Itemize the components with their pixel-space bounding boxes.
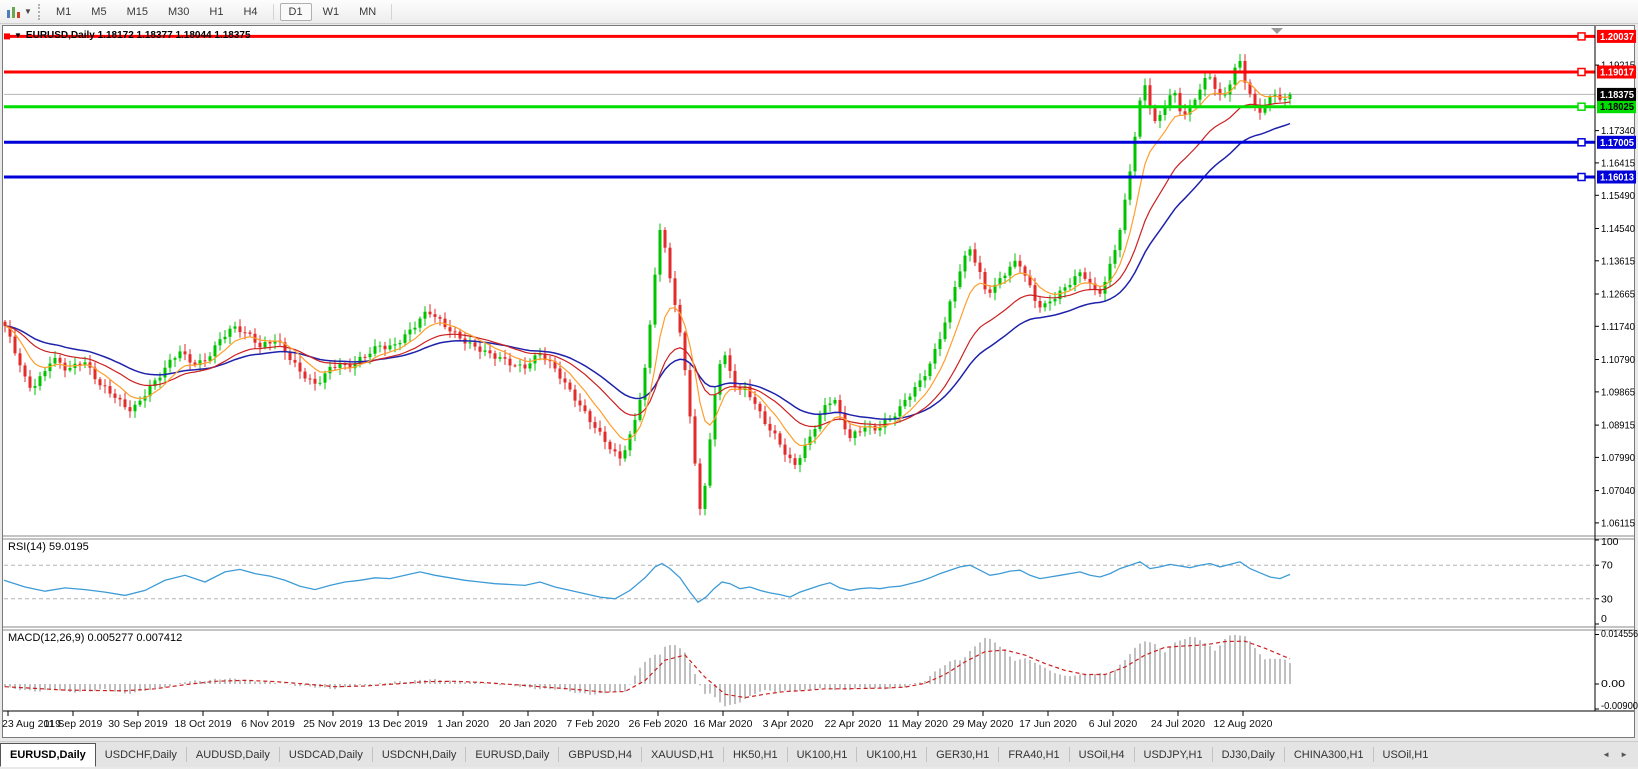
macd-histogram: [5, 635, 1290, 707]
svg-text:20 Jan 2020: 20 Jan 2020: [499, 718, 557, 730]
svg-text:1.17340: 1.17340: [1601, 125, 1635, 137]
svg-text:12 Aug 2020: 12 Aug 2020: [1214, 718, 1273, 730]
svg-text:3 Apr 2020: 3 Apr 2020: [763, 718, 814, 730]
tabs-scroll-left-icon[interactable]: ◄: [1598, 748, 1614, 761]
symbol-tab-5-eurusd-daily[interactable]: EURUSD,Daily: [466, 742, 558, 767]
horizontal-line-1.19017[interactable]: [4, 69, 1595, 76]
svg-text:100: 100: [1601, 536, 1619, 548]
symbol-tab-10-uk100-h1[interactable]: UK100,H1: [857, 742, 926, 767]
svg-text:24 Jul 2020: 24 Jul 2020: [1151, 718, 1205, 730]
ma-mid-line: [5, 102, 1290, 427]
symbol-tab-8-hk50-h1[interactable]: HK50,H1: [724, 742, 787, 767]
horizontal-line-1.18025[interactable]: [4, 103, 1595, 110]
svg-text:30 Sep 2019: 30 Sep 2019: [108, 718, 168, 730]
symbol-tab-15-dj30-daily[interactable]: DJ30,Daily: [1213, 742, 1284, 767]
price-label-1.20037: 1.20037: [1597, 30, 1636, 43]
svg-text:1.10790: 1.10790: [1601, 354, 1635, 366]
symbol-tab-12-fra40-h1[interactable]: FRA40,H1: [999, 742, 1068, 767]
svg-text:1.12665: 1.12665: [1601, 289, 1635, 301]
symbol-tab-14-usdjpy-h1[interactable]: USDJPY,H1: [1135, 742, 1212, 767]
svg-text:1.20037: 1.20037: [1600, 31, 1634, 43]
svg-text:1.11740: 1.11740: [1601, 321, 1635, 333]
ma-slow-line: [5, 124, 1290, 420]
svg-text:6 Jul 2020: 6 Jul 2020: [1089, 718, 1138, 730]
symbol-tab-11-ger30-h1[interactable]: GER30,H1: [927, 742, 998, 767]
svg-text:7 Feb 2020: 7 Feb 2020: [566, 718, 619, 730]
horizontal-line-1.17005[interactable]: [4, 139, 1595, 146]
symbol-tab-3-usdcad-daily[interactable]: USDCAD,Daily: [280, 742, 372, 767]
symbol-tab-9-uk100-h1[interactable]: UK100,H1: [788, 742, 857, 767]
horizontal-line-1.16013[interactable]: [4, 174, 1595, 181]
svg-text:17 Jun 2020: 17 Jun 2020: [1019, 718, 1077, 730]
title-dropdown-icon[interactable]: ▼: [14, 31, 22, 40]
price-label-1.16013: 1.16013: [1597, 171, 1636, 184]
symbol-tab-6-gbpusd-h4[interactable]: GBPUSD,H4: [559, 742, 641, 767]
tabs-scroll-right-icon[interactable]: ►: [1616, 748, 1632, 761]
price-label-1.18025: 1.18025: [1597, 100, 1636, 113]
svg-text:11 Sep 2019: 11 Sep 2019: [44, 718, 103, 730]
svg-text:29 May 2020: 29 May 2020: [953, 718, 1014, 730]
macd-signal-line: [5, 641, 1290, 697]
svg-text:6 Nov 2019: 6 Nov 2019: [241, 718, 295, 730]
symbol-tab-13-usoil-h4[interactable]: USOil,H4: [1070, 742, 1134, 767]
svg-text:22 Apr 2020: 22 Apr 2020: [825, 718, 882, 730]
time-axis-labels: 23 Aug 201911 Sep 201930 Sep 201918 Oct …: [2, 711, 1273, 730]
svg-text:1.17005: 1.17005: [1600, 137, 1634, 149]
svg-text:1.18025: 1.18025: [1600, 101, 1634, 113]
svg-text:11 May 2020: 11 May 2020: [888, 718, 948, 730]
svg-text:0: 0: [1601, 613, 1607, 625]
symbol-tab-bar: EURUSD,DailyUSDCHF,DailyAUDUSD,DailyUSDC…: [0, 741, 1638, 767]
svg-text:26 Feb 2020: 26 Feb 2020: [629, 718, 688, 730]
svg-text:1.06115: 1.06115: [1601, 517, 1635, 529]
svg-text:1.18375: 1.18375: [1600, 89, 1634, 101]
svg-text:1.14540: 1.14540: [1601, 223, 1635, 235]
svg-text:18 Oct 2019: 18 Oct 2019: [174, 718, 231, 730]
ma-fast-line: [5, 81, 1290, 446]
tab-scroll-arrows: ◄►: [1598, 742, 1638, 767]
svg-text:1.08915: 1.08915: [1601, 420, 1635, 432]
rsi-axis-ticks: 100 70 30 0: [1595, 536, 1619, 625]
price-axis-ticks: 1.192151.173401.164151.154901.145401.136…: [1595, 60, 1635, 530]
svg-text:1.09865: 1.09865: [1601, 386, 1635, 398]
symbol-tab-16-china300-h1[interactable]: CHINA300,H1: [1285, 742, 1373, 767]
svg-text:1.16013: 1.16013: [1600, 172, 1634, 184]
svg-text:1.15490: 1.15490: [1601, 190, 1635, 202]
macd-axis-ticks: 0.014556 0.00 -0.00900: [1595, 628, 1638, 712]
symbol-tab-1-usdchf-daily[interactable]: USDCHF,Daily: [96, 742, 186, 767]
candlestick-series: [4, 54, 1292, 515]
svg-text:1.19017: 1.19017: [1600, 67, 1634, 79]
macd-indicator-label: MACD(12,26,9) 0.005277 0.007412: [8, 632, 182, 644]
svg-text:70: 70: [1601, 560, 1613, 572]
rsi-indicator-label: RSI(14) 59.0195: [8, 541, 89, 553]
chart-title: ▼ EURUSD,Daily 1.18172 1.18377 1.18044 1.…: [14, 30, 251, 41]
svg-text:1 Jan 2020: 1 Jan 2020: [437, 718, 489, 730]
symbol-tab-7-xauusd-h1[interactable]: XAUUSD,H1: [642, 742, 723, 767]
svg-text:0.00: 0.00: [1601, 678, 1625, 690]
svg-text:25 Nov 2019: 25 Nov 2019: [303, 718, 363, 730]
svg-text:1.13615: 1.13615: [1601, 255, 1635, 267]
rsi-line: [4, 562, 1290, 602]
svg-text:1.07990: 1.07990: [1601, 452, 1635, 464]
svg-text:1.16415: 1.16415: [1601, 157, 1635, 169]
price-label-1.19017: 1.19017: [1597, 66, 1636, 79]
chart-title-text: EURUSD,Daily 1.18172 1.18377 1.18044 1.1…: [26, 30, 251, 41]
svg-text:0.014556: 0.014556: [1601, 628, 1638, 640]
bid-price-label: 1.18375: [1597, 88, 1636, 101]
svg-text:30: 30: [1601, 593, 1613, 605]
symbol-tab-4-usdcnh-daily[interactable]: USDCNH,Daily: [373, 742, 466, 767]
chart-canvas[interactable]: 1.192151.173401.164151.154901.145401.136…: [0, 0, 1638, 742]
symbol-tab-2-audusd-daily[interactable]: AUDUSD,Daily: [187, 742, 279, 767]
symbol-tab-0-eurusd-daily[interactable]: EURUSD,Daily: [0, 743, 96, 767]
scroll-marker-icon: [1271, 28, 1283, 34]
symbol-tab-17-usoil-h1[interactable]: USOil,H1: [1374, 742, 1438, 767]
svg-text:1.07040: 1.07040: [1601, 485, 1635, 497]
svg-text:13 Dec 2019: 13 Dec 2019: [368, 718, 428, 730]
svg-text:-0.00900: -0.00900: [1601, 700, 1638, 712]
hline-anchor-square[interactable]: [4, 33, 10, 39]
price-label-1.17005: 1.17005: [1597, 136, 1636, 149]
svg-text:16 Mar 2020: 16 Mar 2020: [694, 718, 753, 730]
